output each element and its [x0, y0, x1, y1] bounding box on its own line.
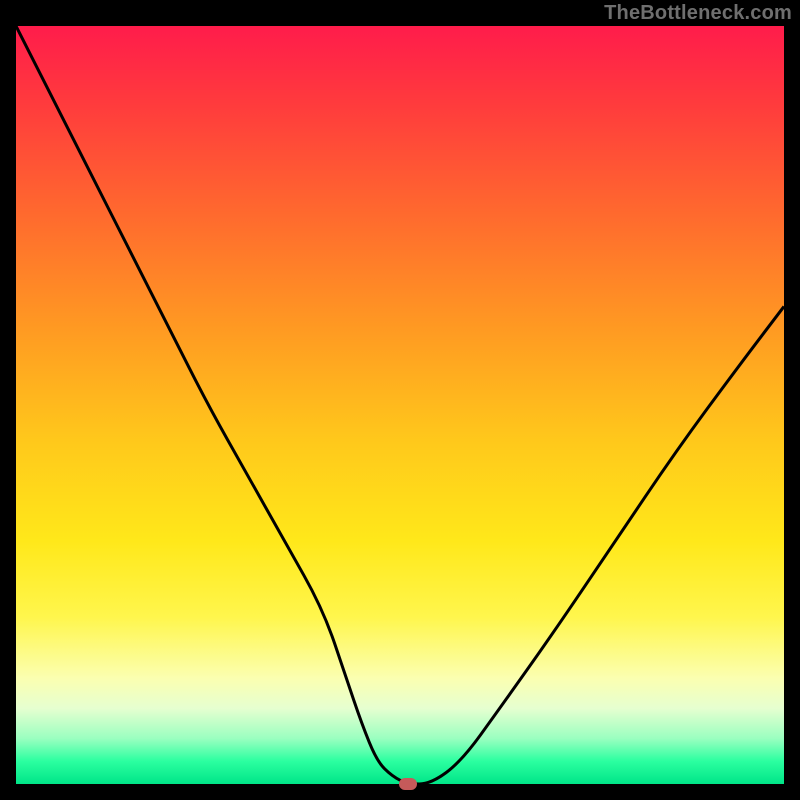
watermark-text: TheBottleneck.com — [604, 2, 792, 25]
plot-area — [16, 26, 784, 784]
optimal-point-marker — [399, 778, 417, 790]
chart-container: TheBottleneck.com — [0, 0, 800, 800]
bottleneck-curve-path — [16, 26, 784, 784]
curve-svg — [16, 26, 784, 784]
